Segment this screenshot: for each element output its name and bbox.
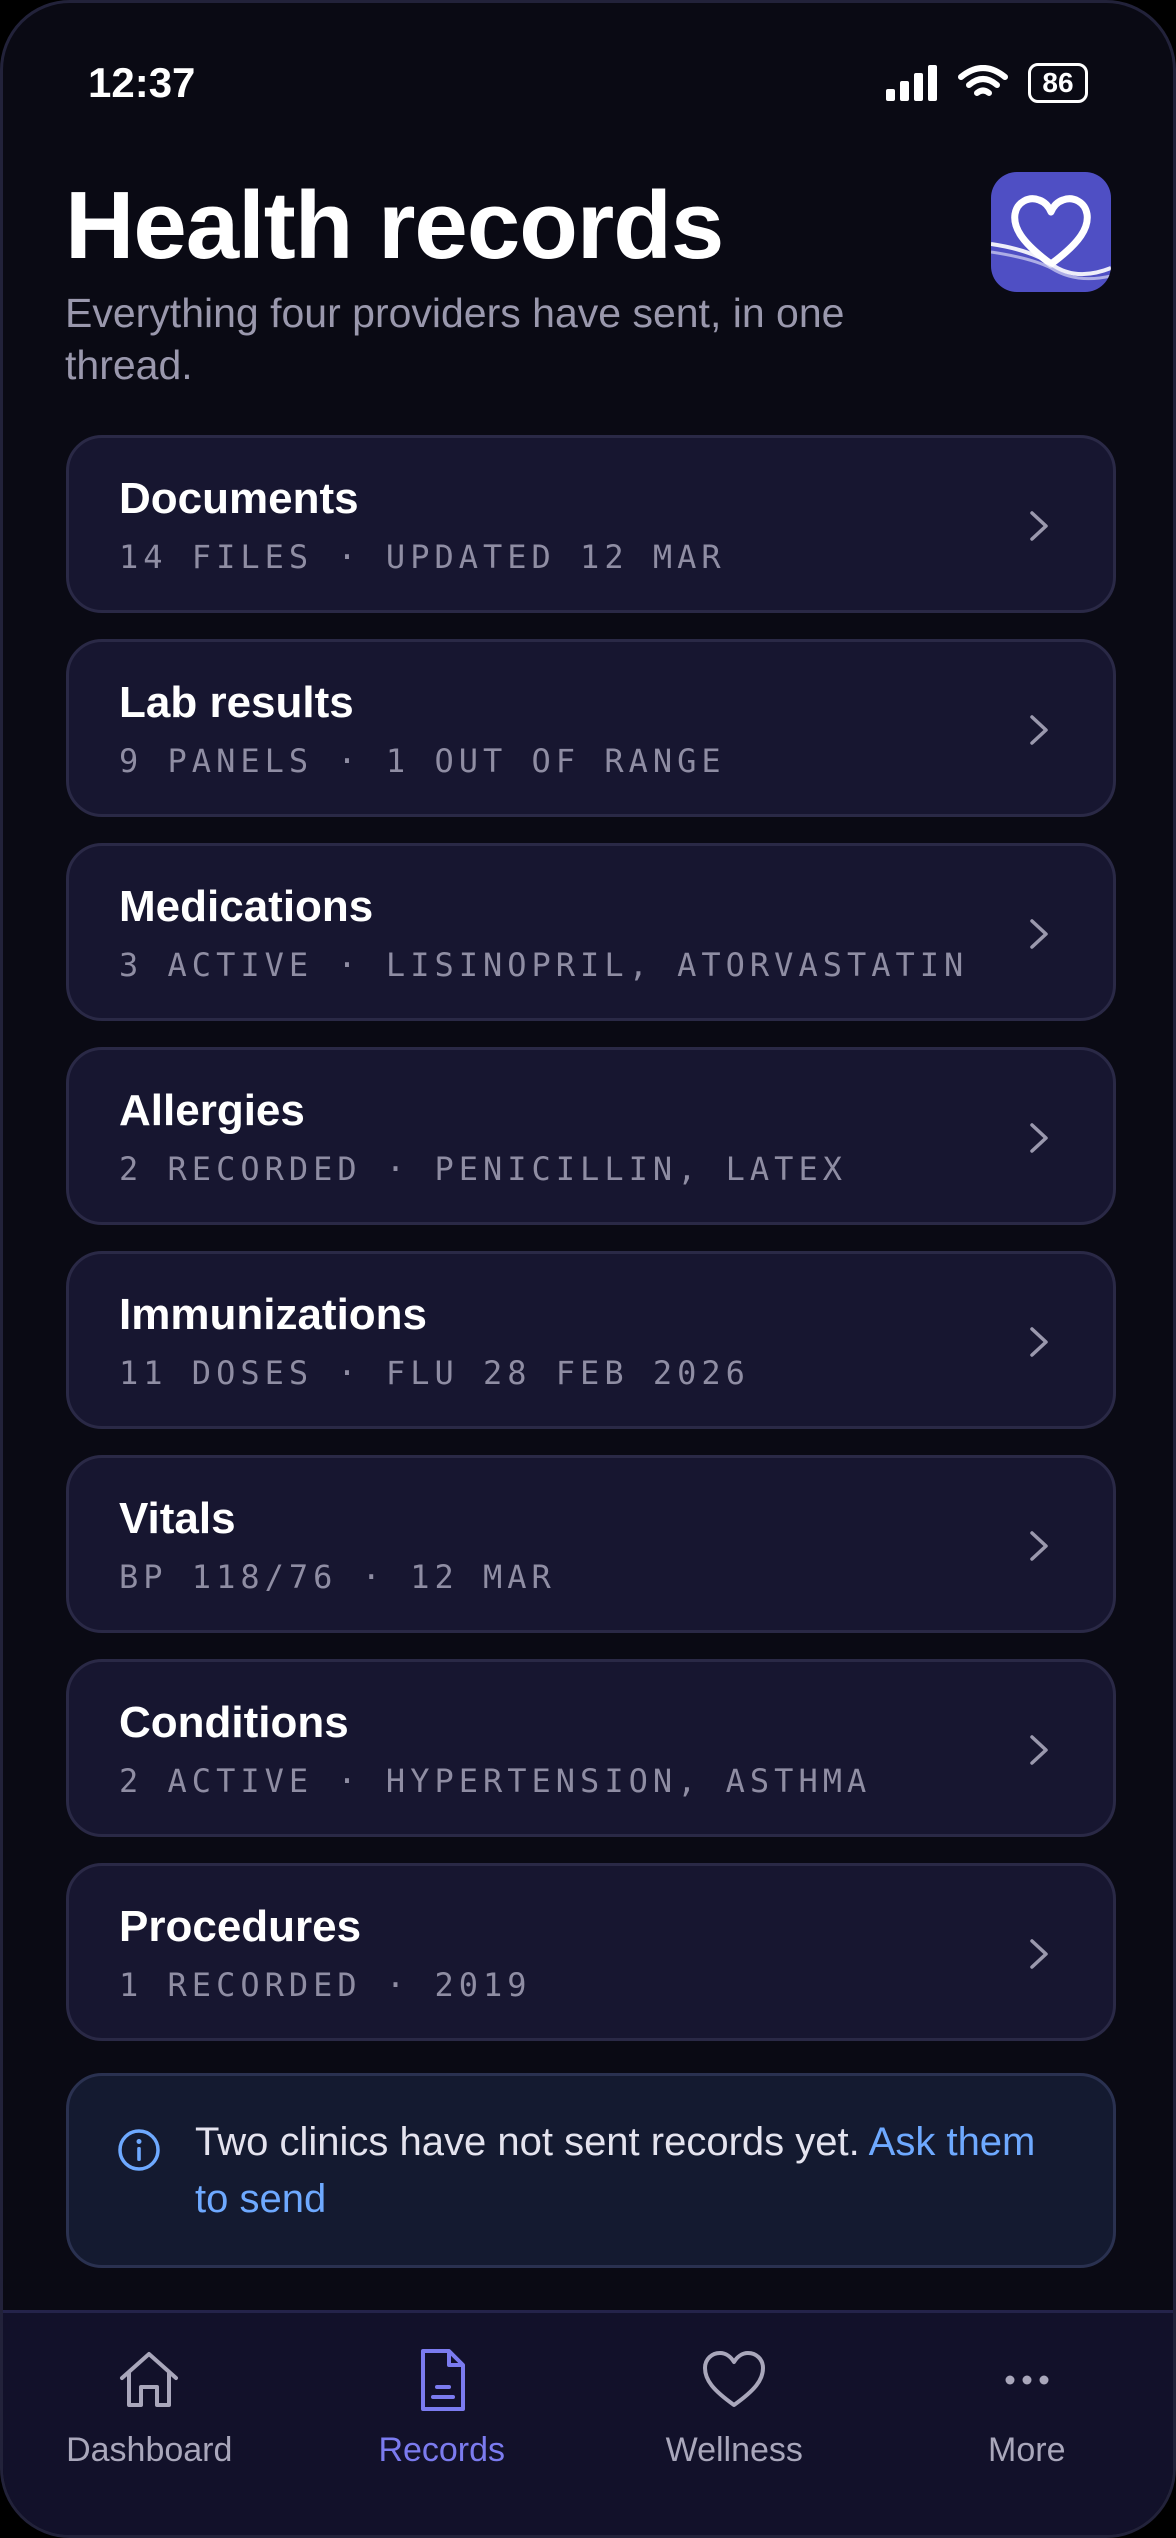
record-meta: 1 RECORDED · 2019 <box>119 1966 532 2004</box>
heart-icon <box>703 2351 766 2407</box>
tab-label: Dashboard <box>66 2431 233 2469</box>
record-title: Lab results <box>119 678 354 727</box>
tab-label: More <box>988 2431 1066 2469</box>
record-card-medications[interactable]: Medications 3 ACTIVE · LISINOPRIL, ATORV… <box>66 843 1116 1021</box>
heart-logo-icon <box>991 195 1111 281</box>
chevron-right-icon <box>1030 1327 1048 1357</box>
tab-label: Wellness <box>665 2431 803 2469</box>
status-bar: 12:37 86 <box>88 53 1088 113</box>
record-meta: 3 ACTIVE · LISINOPRIL, ATORVASTATIN <box>119 946 969 984</box>
record-card-documents[interactable]: Documents 14 FILES · UPDATED 12 MAR <box>66 435 1116 613</box>
record-title: Procedures <box>119 1902 362 1951</box>
notice-message: Two clinics have not sent records yet. <box>195 2120 869 2164</box>
more-icon <box>1005 2375 1049 2385</box>
chevron-right-icon <box>1030 1531 1048 1561</box>
record-card-immunizations[interactable]: Immunizations 11 DOSES · FLU 28 FEB 2026 <box>66 1251 1116 1429</box>
info-icon <box>118 2129 160 2171</box>
wifi-icon <box>958 65 1008 96</box>
tab-more[interactable]: More <box>881 2313 1174 2535</box>
record-card-allergies[interactable]: Allergies 2 RECORDED · PENICILLIN, LATEX <box>66 1047 1116 1225</box>
battery-indicator: 86 <box>1028 63 1088 103</box>
record-title: Vitals <box>119 1494 236 1543</box>
chevron-right-icon <box>1030 511 1048 541</box>
phone-screen: 12:37 86 Health records Everything four … <box>0 0 1176 2538</box>
chevron-right-icon <box>1030 1939 1048 1969</box>
record-meta: 2 RECORDED · PENICILLIN, LATEX <box>119 1150 847 1188</box>
record-title: Conditions <box>119 1698 349 1747</box>
battery-level: 86 <box>1042 67 1074 98</box>
page-header: Health records Everything four providers… <box>65 168 1111 391</box>
record-title: Documents <box>119 474 359 523</box>
chevron-right-icon <box>1030 1735 1048 1765</box>
record-meta: 2 ACTIVE · HYPERTENSION, ASTHMA <box>119 1762 872 1800</box>
record-card-conditions[interactable]: Conditions 2 ACTIVE · HYPERTENSION, ASTH… <box>66 1659 1116 1837</box>
bottom-tab-bar: Dashboard Records Wellness More <box>3 2310 1173 2535</box>
record-card-lab-results[interactable]: Lab results 9 PANELS · 1 OUT OF RANGE <box>66 639 1116 817</box>
tab-wellness[interactable]: Wellness <box>588 2313 881 2535</box>
home-icon <box>120 2352 179 2407</box>
record-meta: 9 PANELS · 1 OUT OF RANGE <box>119 742 726 780</box>
record-meta: 14 FILES · UPDATED 12 MAR <box>119 538 726 576</box>
record-meta: BP 118/76 · 12 MAR <box>119 1558 556 1596</box>
missing-records-notice: Two clinics have not sent records yet. A… <box>66 2073 1116 2268</box>
record-title: Medications <box>119 882 374 931</box>
document-icon <box>420 2349 465 2411</box>
tab-dashboard[interactable]: Dashboard <box>3 2313 296 2535</box>
status-time: 12:37 <box>88 59 196 106</box>
record-meta: 11 DOSES · FLU 28 FEB 2026 <box>119 1354 750 1392</box>
chevron-right-icon <box>1030 919 1048 949</box>
app-logo <box>991 172 1111 292</box>
notice-text: Two clinics have not sent records yet. A… <box>195 2114 1055 2228</box>
record-card-procedures[interactable]: Procedures 1 RECORDED · 2019 <box>66 1863 1116 2041</box>
chevron-right-icon <box>1030 715 1048 745</box>
record-card-vitals[interactable]: Vitals BP 118/76 · 12 MAR <box>66 1455 1116 1633</box>
page-title: Health records <box>65 172 724 279</box>
chevron-right-icon <box>1030 1123 1048 1153</box>
record-title: Immunizations <box>119 1290 428 1339</box>
record-category-list: Documents 14 FILES · UPDATED 12 MAR Lab … <box>66 435 1116 2067</box>
status-icons: 86 <box>886 63 1088 103</box>
tab-records[interactable]: Records <box>296 2313 589 2535</box>
page-subtitle: Everything four providers have sent, in … <box>65 290 845 388</box>
tab-label: Records <box>378 2431 506 2469</box>
cellular-signal-icon <box>886 65 937 101</box>
record-title: Allergies <box>119 1086 305 1135</box>
